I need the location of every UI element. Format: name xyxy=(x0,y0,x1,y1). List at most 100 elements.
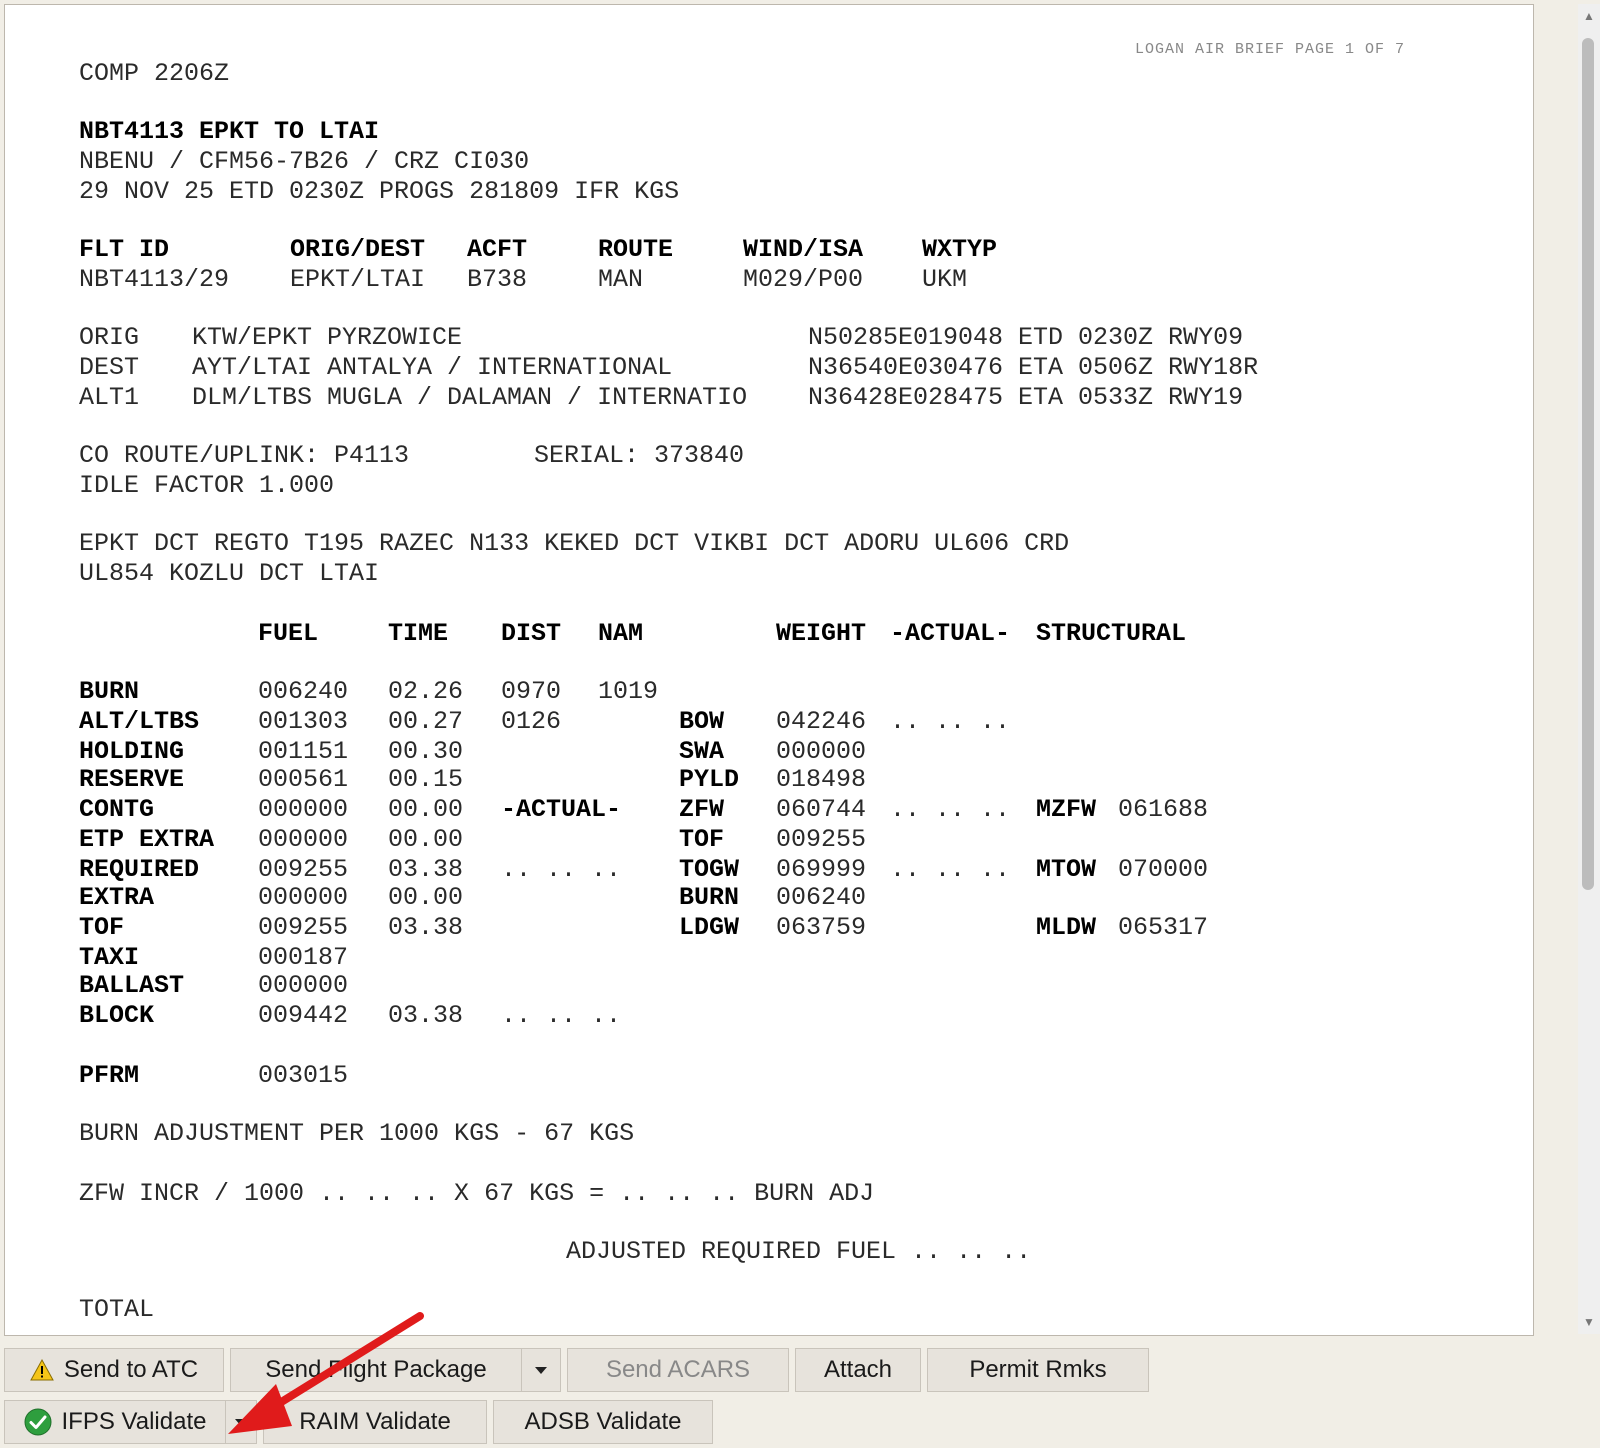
warning-icon xyxy=(29,1358,54,1381)
scroll-up-icon[interactable]: ▲ xyxy=(1583,10,1595,22)
vertical-scrollbar[interactable]: ▲ ▼ xyxy=(1578,4,1600,1334)
idle-factor: IDLE FACTOR 1.000 xyxy=(79,471,335,500)
structural-value: 070000 xyxy=(1118,855,1209,884)
send-flight-package-button[interactable]: Send Flight Package xyxy=(230,1348,522,1392)
permit-rmks-button[interactable]: Permit Rmks xyxy=(927,1348,1149,1392)
summary-value: B738 xyxy=(467,265,528,294)
time-value: 00.00 xyxy=(388,795,464,824)
fuel-row-label: ETP EXTRA xyxy=(79,825,215,854)
structural-value: 065317 xyxy=(1118,913,1209,942)
time-value: 00.27 xyxy=(388,707,464,736)
pfrm-value: 003015 xyxy=(258,1061,349,1090)
weight-value: 060744 xyxy=(776,795,867,824)
time-value: 03.38 xyxy=(388,855,464,884)
weight-value: 063759 xyxy=(776,913,867,942)
scroll-down-icon[interactable]: ▼ xyxy=(1583,1316,1595,1328)
fuel-value: 001151 xyxy=(258,737,349,766)
airport-label: DEST xyxy=(79,353,140,382)
aircraft-line: NBENU / CFM56-7B26 / CRZ CI030 xyxy=(79,147,530,176)
time-value: 00.00 xyxy=(388,825,464,854)
send-acars-button[interactable]: Send ACARS xyxy=(567,1348,789,1392)
weight-value: 018498 xyxy=(776,765,867,794)
nam-value: 1019 xyxy=(598,677,659,706)
fuel-row-label: EXTRA xyxy=(79,883,155,912)
co-route: CO ROUTE/UPLINK: P4113 xyxy=(79,441,410,470)
structural-label: MLDW xyxy=(1036,913,1097,942)
summary-header: FLT ID xyxy=(79,235,170,264)
fuel-row-label: RESERVE xyxy=(79,765,185,794)
summary-header: ORIG/DEST xyxy=(290,235,426,264)
time-value: 03.38 xyxy=(388,1001,464,1030)
fuel-row-label: TOF xyxy=(79,913,125,942)
send-acars-label: Send ACARS xyxy=(605,1356,751,1383)
weight-row-label: TOGW xyxy=(679,855,740,884)
fuel-value: 009442 xyxy=(258,1001,349,1030)
weight-header: WEIGHT xyxy=(776,619,867,648)
send-to-atc-button[interactable]: Send to ATC xyxy=(4,1348,224,1392)
weight-row-label: TOF xyxy=(679,825,725,854)
summary-value: M029/P00 xyxy=(743,265,864,294)
permit-rmks-label: Permit Rmks xyxy=(969,1356,1107,1383)
time-value: 00.00 xyxy=(388,883,464,912)
fuel-value: 009255 xyxy=(258,855,349,884)
airport-coords: N36428E028475 ETA 0533Z RWY19 xyxy=(808,383,1244,412)
airport-name: DLM/LTBS MUGLA / DALAMAN / INTERNATIO xyxy=(192,383,748,412)
page-header-note: LOGAN AIR BRIEF PAGE 1 OF 7 xyxy=(1135,41,1406,58)
airport-coords: N36540E030476 ETA 0506Z RWY18R xyxy=(808,353,1259,382)
airport-label: ALT1 xyxy=(79,383,140,412)
raim-validate-button[interactable]: RAIM Validate xyxy=(263,1400,487,1444)
adjusted-required-fuel: ADJUSTED REQUIRED FUEL .. .. .. xyxy=(566,1237,1032,1266)
fuel-value: 000000 xyxy=(258,795,349,824)
summary-value: NBT4113/29 xyxy=(79,265,230,294)
adsb-validate-button[interactable]: ADSB Validate xyxy=(493,1400,713,1444)
airport-label: ORIG xyxy=(79,323,140,352)
weight-row-label: BURN xyxy=(679,883,740,912)
briefing-document[interactable]: LOGAN AIR BRIEF PAGE 1 OF 7 COMP 2206Z N… xyxy=(4,4,1534,1336)
fuel-value: 000561 xyxy=(258,765,349,794)
actual-header: -ACTUAL- xyxy=(890,619,1011,648)
structural-header: STRUCTURAL xyxy=(1036,619,1187,648)
weight-value: 006240 xyxy=(776,883,867,912)
weight-row-label: ZFW xyxy=(679,795,725,824)
fuel-row-label: REQUIRED xyxy=(79,855,200,884)
weight-actual-blank: .. .. .. xyxy=(890,707,1011,736)
fuel-row-label: HOLDING xyxy=(79,737,185,766)
chevron-down-icon xyxy=(235,1419,247,1426)
check-circle-icon xyxy=(24,1408,52,1436)
summary-header: WXTYP xyxy=(922,235,998,264)
weight-value: 009255 xyxy=(776,825,867,854)
scrollbar-thumb[interactable] xyxy=(1582,38,1594,890)
burn-adjustment: BURN ADJUSTMENT PER 1000 KGS - 67 KGS xyxy=(79,1119,635,1148)
fuel-value: 000187 xyxy=(258,943,349,972)
chevron-down-icon xyxy=(535,1367,547,1374)
send-flight-package-label: Send Flight Package xyxy=(265,1356,487,1383)
ifps-validate-button[interactable]: IFPS Validate xyxy=(4,1400,226,1444)
fuel-row-label: BURN xyxy=(79,677,140,706)
dist-value: 0126 xyxy=(501,707,562,736)
route-line: EPKT DCT REGTO T195 RAZEC N133 KEKED DCT… xyxy=(79,529,1070,558)
weight-actual-blank: .. .. .. xyxy=(890,855,1011,884)
route-line: UL854 KOZLU DCT LTAI xyxy=(79,559,380,588)
dist-header: DIST xyxy=(501,619,562,648)
serial: SERIAL: 373840 xyxy=(534,441,745,470)
weight-row-label: SWA xyxy=(679,737,725,766)
fuel-value: 006240 xyxy=(258,677,349,706)
time-value: 00.30 xyxy=(388,737,464,766)
weight-row-label: BOW xyxy=(679,707,725,736)
weight-value: 069999 xyxy=(776,855,867,884)
fuel-value: 001303 xyxy=(258,707,349,736)
ifps-validate-dropdown[interactable] xyxy=(225,1400,257,1444)
send-flight-package-dropdown[interactable] xyxy=(521,1348,561,1392)
airport-name: AYT/LTAI ANTALYA / INTERNATIONAL xyxy=(192,353,673,382)
attach-button[interactable]: Attach xyxy=(795,1348,921,1392)
fuel-value: 000000 xyxy=(258,825,349,854)
attach-label: Attach xyxy=(823,1356,893,1383)
weight-value: 000000 xyxy=(776,737,867,766)
structural-value: 061688 xyxy=(1118,795,1209,824)
ifps-validate-label: IFPS Validate xyxy=(61,1408,207,1435)
actual-blank: .. .. .. xyxy=(501,855,622,884)
weight-row-label: PYLD xyxy=(679,765,740,794)
fuel-value: 000000 xyxy=(258,883,349,912)
summary-header: ACFT xyxy=(467,235,528,264)
fuel-row-label: BALLAST xyxy=(79,971,185,1000)
